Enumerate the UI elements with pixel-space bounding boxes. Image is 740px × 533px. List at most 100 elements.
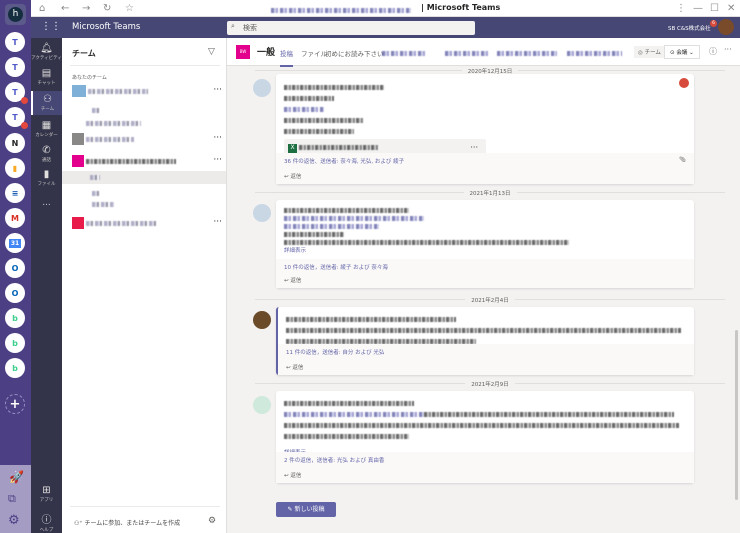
close-icon[interactable]: ✕ — [727, 3, 735, 14]
rail-activity[interactable]: 🔔︎ アクティビティ — [31, 43, 62, 61]
new-post-button[interactable]: ✎ 新しい投稿 — [276, 502, 336, 517]
tab-blurred[interactable] — [567, 49, 622, 57]
reload-icon[interactable]: ↻ — [103, 3, 111, 14]
add-app-icon[interactable]: + — [5, 394, 25, 414]
replies-summary[interactable]: 36 件の返信、送信者: 奈々海, 光弘, および 綾子 — [284, 157, 686, 165]
left-rail: 🔔︎ アクティビティ ▤ チャット ⚇ チーム ▦ カレンダー ✆ 通話 ▮ ファイル ..… — [31, 38, 62, 533]
chat-icon: ▤ — [41, 68, 52, 79]
attachment-icon: 📎︎ — [679, 157, 686, 163]
rail-files[interactable]: ▮ ファイル — [31, 169, 62, 187]
b-app-icon[interactable]: b — [5, 333, 25, 353]
rail-more[interactable]: ... — [31, 198, 62, 208]
avatar — [253, 396, 271, 414]
more-icon[interactable]: ··· — [724, 45, 732, 54]
scrollbar[interactable] — [735, 330, 738, 500]
date-divider: 2021年2月9日 — [255, 382, 725, 388]
badge — [21, 97, 28, 104]
team-item[interactable]: ··· — [72, 155, 222, 167]
notion-icon[interactable]: N — [5, 133, 25, 153]
filter-icon[interactable]: ▽ — [208, 47, 215, 57]
rail-help[interactable]: ⓘ ヘルプ — [31, 511, 62, 533]
tab-files[interactable]: ファイル — [301, 48, 327, 58]
team-avatar: BW — [236, 45, 250, 59]
replies-summary[interactable]: 2 件の返信，送信者: 光弘 および 真由香 — [284, 456, 686, 464]
date-divider: 2021年1月13日 — [255, 191, 725, 197]
tab-blurred[interactable] — [445, 49, 490, 57]
channel-header: BW 一般 投稿 ファイル 初めにお読み下さい ◎ チーム ⊙ 会議 ⌄ ⓘ ·… — [227, 38, 740, 67]
reply-button[interactable]: ↩ 返信 — [284, 276, 686, 284]
join-create-team[interactable]: ⚇⁺ チームに参加、またはチームを作成 — [74, 518, 180, 527]
post-own[interactable]: 11 件の返信，送信者: 自分 および 光弘 ↩ 返信 — [276, 307, 694, 375]
apps-icon: ⊞ — [42, 485, 51, 496]
app-badge-icon — [679, 78, 689, 88]
tab-blurred[interactable] — [497, 49, 557, 57]
tab-blurred[interactable] — [382, 49, 427, 57]
minimize-icon[interactable]: — — [693, 3, 703, 14]
browser-bar: ⌂ ← → ↻ ☆ | Microsoft Teams ⋮ — ☐ ✕ — [31, 0, 740, 17]
help-icon: ⓘ — [41, 515, 52, 526]
info-icon[interactable]: ⓘ — [709, 46, 717, 57]
channel-item[interactable] — [86, 119, 141, 127]
reply-button[interactable]: ↩ 返信 — [284, 471, 686, 479]
windows-icon[interactable]: ⧉ — [8, 492, 16, 506]
gear-icon[interactable]: ⚙ — [8, 513, 20, 528]
post[interactable]: 詳細表示 2 件の返信，送信者: 光弘 および 真由香↩ 返信 — [276, 391, 694, 483]
org-switcher[interactable]: SB C&S株式会社 — [668, 24, 711, 32]
show-more-link[interactable]: 詳細表示 — [284, 247, 686, 255]
outlook-icon[interactable]: O — [5, 283, 25, 303]
home-app-icon[interactable]: h — [5, 4, 26, 25]
add-team-icon: ⚇⁺ — [74, 520, 85, 527]
section-label: あなたのチーム — [72, 75, 107, 81]
rail-teams[interactable]: ⚇ チーム — [31, 91, 62, 115]
gear-icon[interactable]: ⚙ — [208, 516, 216, 526]
analytics-icon[interactable]: ▮ — [5, 158, 25, 178]
outlook-icon[interactable]: O — [5, 258, 25, 278]
panel-title: チーム — [72, 49, 96, 58]
app-dock: h T T T T N ▮ ≡ M 31 O O b b b + — [0, 0, 31, 533]
post[interactable]: X ··· 36 件の返信、送信者: 奈々海, 光弘, および 綾子 ↩ 返信 📎︎ — [276, 74, 694, 184]
channel-item[interactable] — [92, 200, 114, 208]
pin-icon[interactable]: ☆ — [125, 3, 134, 14]
b-app-icon[interactable]: b — [5, 308, 25, 328]
search-input[interactable]: ⌕ 検索 — [227, 21, 475, 35]
teams-icon[interactable]: T — [5, 32, 25, 52]
tab-posts[interactable]: 投稿 — [280, 48, 293, 67]
home-icon[interactable]: ⌂ — [39, 3, 45, 14]
replies-summary[interactable]: 11 件の返信，送信者: 自分 および 光弘 — [286, 348, 686, 356]
reply-button[interactable]: ↩ 返信 — [286, 363, 686, 371]
teams-icon[interactable]: T — [5, 82, 28, 104]
channel-name: 一般 — [257, 48, 276, 58]
app-launcher-icon[interactable]: ⋮⋮ — [41, 21, 61, 32]
teams-icon[interactable]: T — [5, 57, 25, 77]
teams-icon[interactable]: T — [5, 107, 28, 129]
team-button[interactable]: ◎ チーム — [634, 46, 665, 58]
back-icon[interactable]: ← — [61, 3, 69, 14]
b-app-icon[interactable]: b — [5, 358, 25, 378]
channel-item-selected[interactable] — [62, 171, 226, 184]
more-icon: ··· — [470, 143, 478, 152]
replies-summary[interactable]: 10 件の返信，送信者: 綾子 および 奈々海 — [284, 263, 686, 271]
rail-calls[interactable]: ✆ 通話 — [31, 145, 62, 163]
team-item[interactable]: ··· — [72, 85, 222, 97]
meet-button[interactable]: ⊙ 会議 ⌄ — [664, 45, 700, 59]
app-name: Microsoft Teams — [72, 22, 141, 32]
maximize-icon[interactable]: ☐ — [710, 3, 719, 14]
channel-item[interactable] — [92, 189, 100, 197]
post[interactable]: 詳細表示 10 件の返信，送信者: 綾子 および 奈々海 ↩ 返信 — [276, 200, 694, 288]
gmail-icon[interactable]: M — [5, 208, 25, 228]
reply-button[interactable]: ↩ 返信 — [284, 172, 686, 180]
user-avatar[interactable] — [718, 19, 734, 35]
calendar-icon[interactable]: 31 — [5, 233, 25, 253]
workflow-icon[interactable]: ≡ — [5, 183, 25, 203]
team-item[interactable]: ··· — [72, 133, 222, 145]
rail-chat[interactable]: ▤ チャット — [31, 68, 62, 86]
rocket-icon[interactable]: 🚀 — [9, 470, 24, 484]
more-icon: ··· — [213, 217, 222, 227]
rail-calendar[interactable]: ▦ カレンダー — [31, 120, 62, 138]
rail-apps[interactable]: ⊞ アプリ — [31, 485, 62, 503]
menu-icon[interactable]: ⋮ — [676, 3, 686, 14]
forward-icon[interactable]: → — [82, 3, 90, 14]
channel-item[interactable] — [92, 106, 100, 114]
team-item[interactable]: ··· — [72, 217, 222, 229]
tab-readme[interactable]: 初めにお読み下さい — [325, 48, 384, 58]
